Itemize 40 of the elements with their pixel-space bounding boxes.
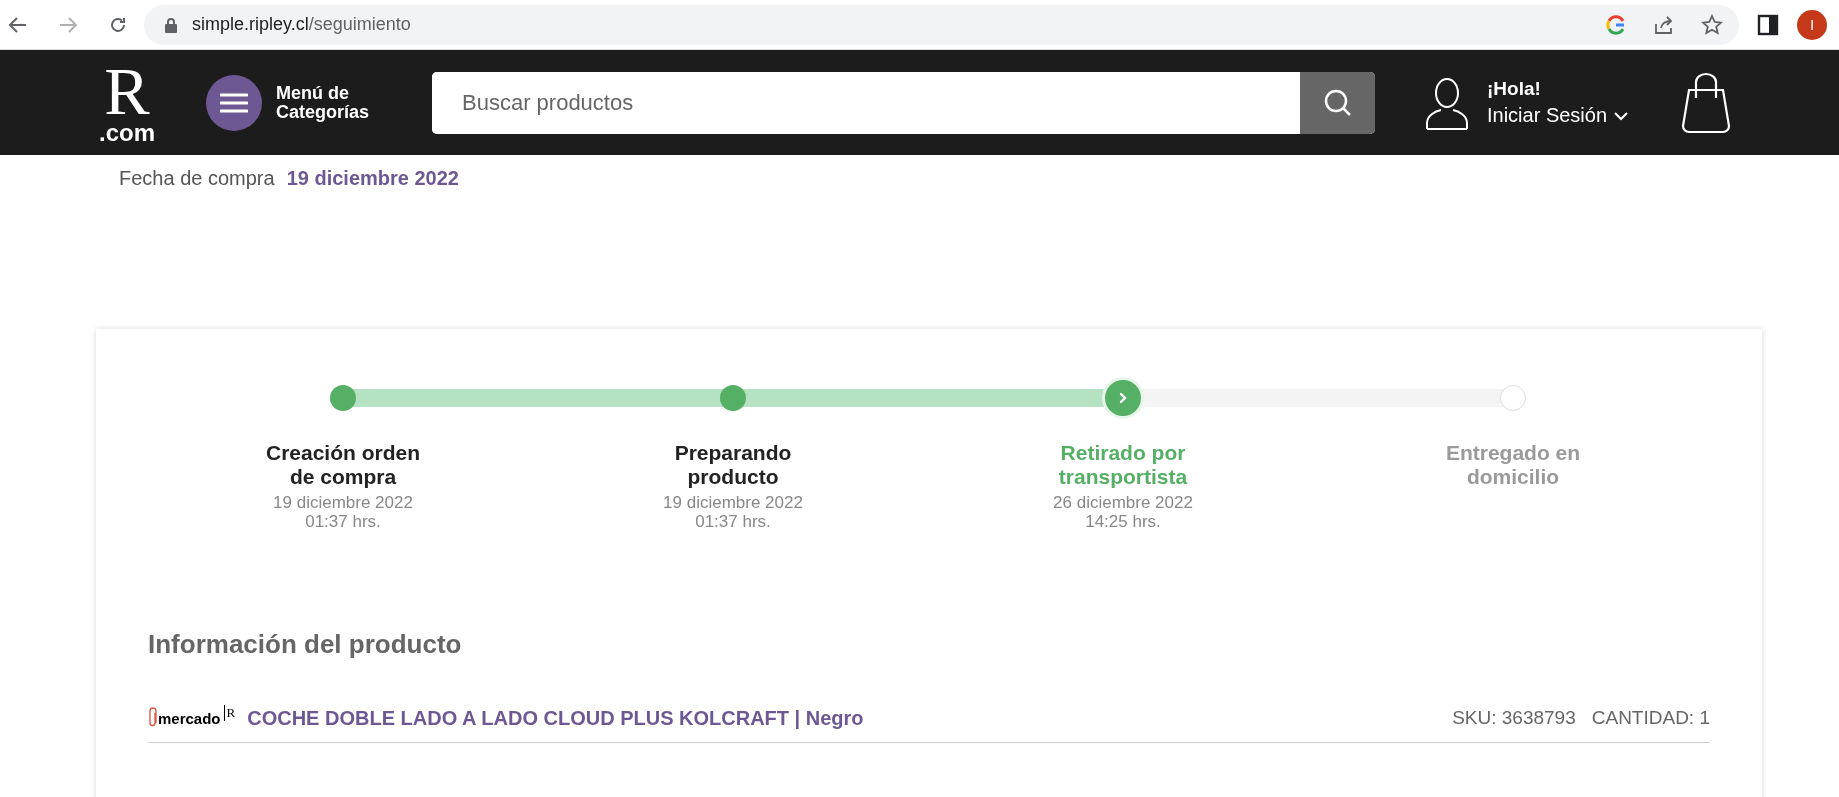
product-name-link[interactable]: COCHE DOBLE LADO A LADO CLOUD PLUS KOLCRAFT | Negro (247, 706, 864, 730)
menu-icon (220, 92, 248, 113)
step-title: Creación orden de compra (264, 441, 421, 489)
step-time: 01:37 hrs. (695, 512, 771, 531)
step-dot (330, 385, 356, 411)
search-button[interactable] (1300, 71, 1375, 134)
step-time: 14:25 hrs. (1085, 512, 1161, 531)
step-date: 19 diciembre 2022 (663, 493, 803, 512)
sku-text: SKU: 3638793 (1452, 707, 1576, 729)
quantity-text: CANTIDAD: 1 (1591, 707, 1710, 729)
step-title: Entregado en domicilio (1444, 441, 1582, 489)
seller-mark: R (223, 705, 236, 721)
purchase-date-value: 19 diciembre 2022 (286, 167, 459, 190)
greeting-text: ¡Hola! (1487, 78, 1542, 100)
lock-icon (164, 16, 178, 33)
step-dot (720, 385, 746, 411)
step-date: 19 diciembre 2022 (273, 493, 413, 512)
share-icon[interactable] (1653, 13, 1675, 36)
step-title: Retirado por transportista (1057, 441, 1189, 489)
back-icon[interactable] (8, 14, 28, 35)
step-date: 26 diciembre 2022 (1053, 493, 1193, 512)
google-icon[interactable] (1605, 13, 1627, 36)
address-bar[interactable]: simple.ripley.cl/seguimiento (144, 4, 1739, 45)
store-logo[interactable]: R .com (96, 60, 158, 145)
step-time: 01:37 hrs. (305, 512, 381, 531)
paperclip-icon (148, 707, 158, 729)
seller-logo: mercado (158, 709, 221, 727)
step-dot (1500, 385, 1526, 411)
step-title: Preparando producto (673, 441, 793, 489)
section-title: Información del producto (148, 629, 463, 660)
profile-avatar[interactable]: I (1797, 9, 1827, 40)
side-panel-icon[interactable] (1757, 13, 1779, 36)
star-icon[interactable] (1701, 13, 1723, 36)
purchase-date-label: Fecha de compra (119, 167, 275, 190)
login-button[interactable]: Iniciar Sesión (1487, 104, 1630, 127)
chevron-down-icon (1613, 110, 1630, 121)
url-text: simple.ripley.cl/seguimiento (192, 14, 412, 35)
search-icon (1322, 87, 1353, 118)
menu-label[interactable]: Menú de Categorías (276, 83, 386, 122)
current-step-icon (1102, 377, 1144, 419)
